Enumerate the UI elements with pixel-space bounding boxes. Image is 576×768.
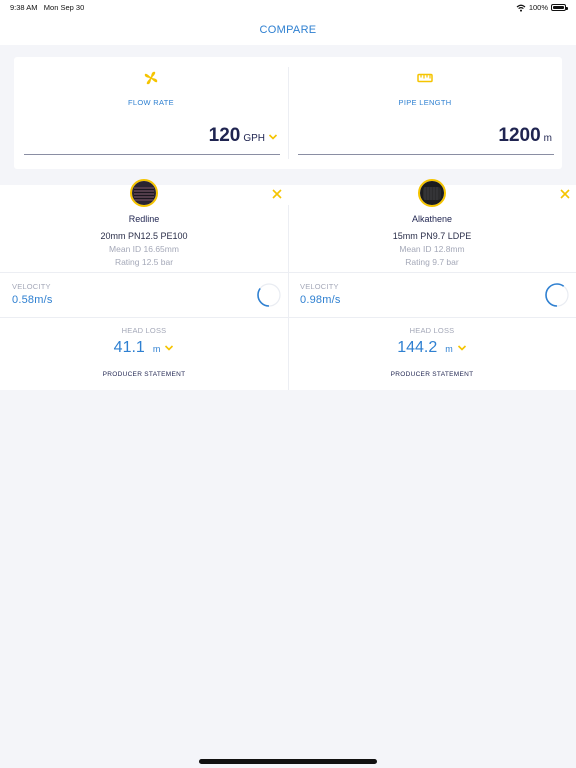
head-loss-field[interactable]: 41.1 m xyxy=(0,339,288,357)
velocity-label: VELOCITY xyxy=(12,282,51,291)
velocity-gauge xyxy=(257,283,281,307)
head-loss-value[interactable]: 144.2 xyxy=(397,339,437,357)
head-loss-label: HEAD LOSS xyxy=(121,326,167,335)
flow-rate-label: FLOW RATE xyxy=(128,98,174,107)
fan-icon xyxy=(144,71,158,85)
velocity-label: VELOCITY xyxy=(300,282,339,291)
pipe-length-section: PIPE LENGTH 1200 m xyxy=(288,57,562,169)
chevron-down-icon[interactable] xyxy=(268,133,278,141)
pipe-coil-image xyxy=(132,181,156,205)
pipe-card-alkathene: Alkathene 15mm PN9.7 LDPE Mean ID 12.8mm… xyxy=(288,179,576,390)
pipe-thumbnail xyxy=(130,179,158,207)
status-date-text: Mon Sep 30 xyxy=(43,3,85,12)
compare-panel: Redline 20mm PN12.5 PE100 Mean ID 16.65m… xyxy=(0,179,576,390)
producer-statement-link[interactable]: PRODUCER STATEMENT xyxy=(0,371,288,378)
velocity-value: 0.98m/s xyxy=(300,294,341,306)
pipe-length-field[interactable]: 1200 m xyxy=(498,125,552,147)
ruler-icon xyxy=(417,73,433,83)
row-divider xyxy=(0,272,576,273)
flow-rate-section: FLOW RATE 120 GPH xyxy=(14,57,288,169)
flow-rate-field[interactable]: 120 GPH xyxy=(209,125,278,147)
status-time: 9:38 AM Mon Sep 30 xyxy=(10,3,84,12)
status-bar: 9:38 AM Mon Sep 30 100% xyxy=(0,0,576,16)
pipe-spec: 20mm PN12.5 PE100 xyxy=(100,231,188,241)
home-indicator xyxy=(199,759,377,764)
pipe-card-redline: Redline 20mm PN12.5 PE100 Mean ID 16.65m… xyxy=(0,179,288,390)
status-right: 100% xyxy=(516,3,568,12)
pipe-thumbnail xyxy=(418,179,446,207)
chevron-down-icon[interactable] xyxy=(164,344,174,352)
nav-bar: COMPARE xyxy=(0,16,576,45)
battery-icon xyxy=(551,4,568,11)
pipe-mean-id: Mean ID 12.8mm xyxy=(399,244,465,254)
pipe-rating: Rating 12.5 bar xyxy=(114,257,174,267)
pipe-length-underline xyxy=(298,154,554,155)
close-icon[interactable] xyxy=(560,189,570,199)
head-loss-label: HEAD LOSS xyxy=(409,326,455,335)
head-loss-unit[interactable]: m xyxy=(153,344,161,354)
pipe-coil-image xyxy=(420,181,444,205)
pipe-length-label: PIPE LENGTH xyxy=(398,98,452,107)
pipe-length-unit[interactable]: m xyxy=(544,133,552,144)
wifi-icon xyxy=(516,4,526,12)
status-time-text: 9:38 AM xyxy=(10,3,38,12)
head-loss-value[interactable]: 41.1 xyxy=(114,339,145,357)
flow-rate-underline xyxy=(24,154,280,155)
pipe-length-value[interactable]: 1200 xyxy=(498,125,540,147)
velocity-value: 0.58m/s xyxy=(12,294,53,306)
battery-percent: 100% xyxy=(528,3,548,12)
pipe-mean-id: Mean ID 16.65mm xyxy=(109,244,179,254)
velocity-gauge xyxy=(545,283,569,307)
head-loss-unit[interactable]: m xyxy=(445,344,453,354)
row-divider xyxy=(0,317,576,318)
pipe-name: Alkathene xyxy=(411,214,453,224)
close-icon[interactable] xyxy=(272,189,282,199)
producer-statement-link[interactable]: PRODUCER STATEMENT xyxy=(288,371,576,378)
flow-rate-value[interactable]: 120 xyxy=(209,125,241,147)
pipe-name: Redline xyxy=(128,214,160,224)
page-title: COMPARE xyxy=(259,24,317,36)
pipe-rating: Rating 9.7 bar xyxy=(405,257,459,267)
head-loss-field[interactable]: 144.2 m xyxy=(288,339,576,357)
flow-rate-unit[interactable]: GPH xyxy=(243,133,265,144)
input-card: FLOW RATE 120 GPH PIPE LENGTH 1200 m xyxy=(14,57,562,169)
chevron-down-icon[interactable] xyxy=(457,344,467,352)
pipe-spec: 15mm PN9.7 LDPE xyxy=(392,231,472,241)
